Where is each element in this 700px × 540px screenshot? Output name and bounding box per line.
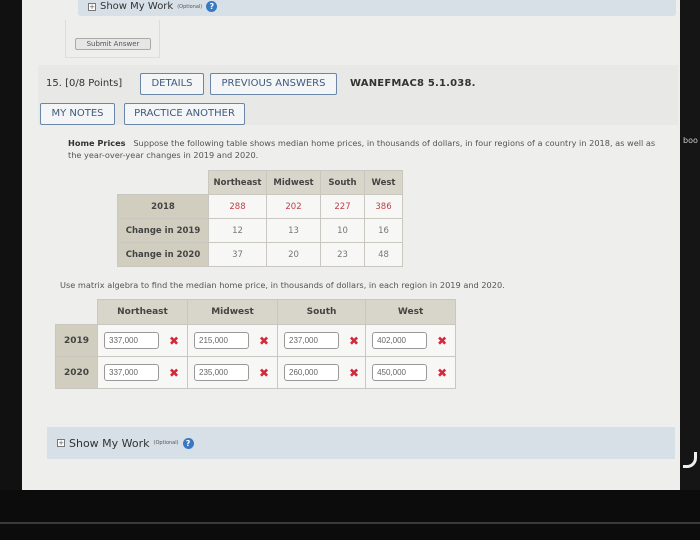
col-header: Midwest bbox=[187, 299, 278, 325]
submit-answer-button[interactable]: Submit Answer bbox=[75, 38, 151, 50]
answer-input-2019-midwest[interactable] bbox=[194, 332, 249, 349]
col-header: South bbox=[276, 299, 367, 325]
monitor-bezel bbox=[0, 490, 700, 540]
table-row: 2019 ✖ ✖ ✖ ✖ bbox=[55, 324, 457, 357]
show-my-work-panel-top[interactable]: + Show My Work (Optional) ? bbox=[78, 0, 676, 16]
table-cell: 23 bbox=[320, 242, 365, 267]
incorrect-icon: ✖ bbox=[259, 365, 270, 380]
incorrect-icon: ✖ bbox=[437, 333, 448, 348]
incorrect-icon: ✖ bbox=[349, 333, 360, 348]
expand-icon[interactable]: + bbox=[57, 439, 65, 447]
help-icon[interactable]: ? bbox=[206, 1, 218, 12]
row-header: 2018 bbox=[117, 194, 209, 219]
answer-input-2019-northeast[interactable] bbox=[104, 332, 159, 349]
table-row: Change in 2020 37 20 23 48 bbox=[117, 242, 403, 267]
answer-input-2020-midwest[interactable] bbox=[194, 364, 249, 381]
show-my-work-panel[interactable]: + Show My Work (Optional) ? bbox=[47, 427, 675, 459]
col-header: West bbox=[365, 299, 457, 325]
help-icon[interactable]: ? bbox=[182, 437, 194, 449]
bezel-edge bbox=[0, 522, 700, 524]
question-number-points: 15. [0/8 Points] bbox=[46, 78, 122, 89]
table-cell: 386 bbox=[364, 194, 403, 219]
edge-text: boo bbox=[683, 136, 698, 145]
answer-input-2020-south[interactable] bbox=[284, 364, 339, 381]
question-prompt: Home Prices Suppose the following table … bbox=[68, 137, 668, 161]
given-data-table: Northeast Midwest South West 2018 288 20… bbox=[117, 170, 403, 267]
row-header: 2020 bbox=[55, 356, 98, 389]
incorrect-icon: ✖ bbox=[169, 365, 180, 380]
col-header: Northeast bbox=[208, 170, 267, 195]
table-cell: 20 bbox=[266, 242, 321, 267]
answer-table: Northeast Midwest South West 2019 ✖ ✖ ✖ … bbox=[55, 299, 457, 389]
practice-another-button[interactable]: PRACTICE ANOTHER bbox=[124, 103, 245, 125]
show-my-work-label[interactable]: Show My Work bbox=[100, 1, 173, 12]
prompt-text: Suppose the following table shows median… bbox=[68, 138, 656, 160]
answer-input-2019-south[interactable] bbox=[284, 332, 339, 349]
table-cell: 16 bbox=[364, 218, 403, 243]
incorrect-icon: ✖ bbox=[259, 333, 270, 348]
col-header: West bbox=[364, 170, 403, 195]
table-row: Change in 2019 12 13 10 16 bbox=[117, 218, 403, 243]
table-cell: 48 bbox=[364, 242, 403, 267]
answer-input-2019-west[interactable] bbox=[372, 332, 428, 349]
table-row: 2020 ✖ ✖ ✖ ✖ bbox=[55, 356, 457, 389]
show-my-work-label[interactable]: Show My Work bbox=[69, 437, 150, 450]
answer-input-2020-northeast[interactable] bbox=[104, 364, 159, 381]
answer-input-2020-west[interactable] bbox=[372, 364, 428, 381]
incorrect-icon: ✖ bbox=[349, 365, 360, 380]
table-cell: 37 bbox=[208, 242, 267, 267]
screen-edge bbox=[680, 0, 700, 490]
question-code: WANEFMAC8 5.1.038. bbox=[350, 78, 476, 89]
expand-icon[interactable]: + bbox=[88, 2, 96, 11]
prompt-title: Home Prices bbox=[68, 138, 126, 148]
question-number: 15. bbox=[46, 78, 62, 89]
table-cell: 13 bbox=[266, 218, 321, 243]
my-notes-button[interactable]: MY NOTES bbox=[40, 103, 115, 125]
row-header: 2019 bbox=[55, 324, 98, 357]
table-cell: 12 bbox=[208, 218, 267, 243]
table-cell: 227 bbox=[320, 194, 365, 219]
table-cell: 202 bbox=[266, 194, 321, 219]
incorrect-icon: ✖ bbox=[437, 365, 448, 380]
row-header: Change in 2020 bbox=[117, 242, 209, 267]
previous-answers-button[interactable]: PREVIOUS ANSWERS bbox=[210, 73, 337, 95]
incorrect-icon: ✖ bbox=[169, 333, 180, 348]
question-points: [0/8 Points] bbox=[65, 78, 123, 89]
table-row: 2018 288 202 227 386 bbox=[117, 194, 403, 219]
optional-label: (Optional) bbox=[177, 3, 203, 10]
instruction-text: Use matrix algebra to find the median ho… bbox=[60, 280, 505, 290]
col-header: South bbox=[320, 170, 365, 195]
col-header: Northeast bbox=[97, 299, 188, 325]
optional-label: (Optional) bbox=[153, 440, 179, 446]
table-cell: 10 bbox=[320, 218, 365, 243]
row-header: Change in 2019 bbox=[117, 218, 209, 243]
table-cell: 288 bbox=[208, 194, 267, 219]
col-header: Midwest bbox=[266, 170, 321, 195]
details-button[interactable]: DETAILS bbox=[140, 73, 204, 95]
